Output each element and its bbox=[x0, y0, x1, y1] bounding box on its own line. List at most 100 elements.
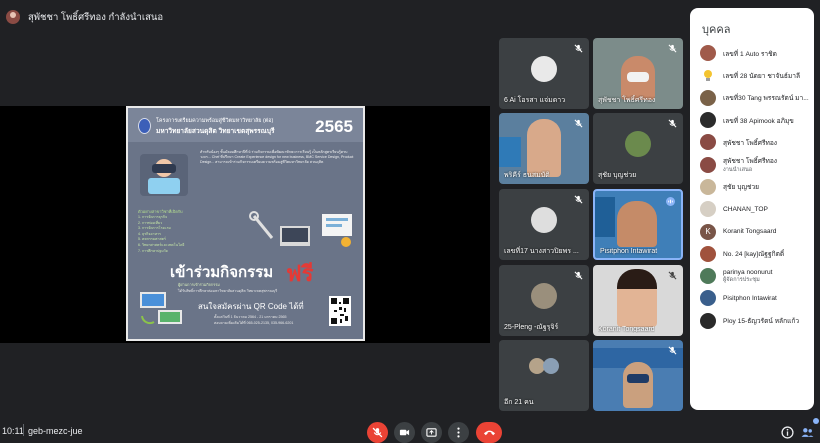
mic-off-icon bbox=[574, 119, 583, 128]
participant-name: 25-Pleng -ณัฐรุจิร์ bbox=[504, 324, 559, 331]
avatar: K bbox=[700, 223, 716, 240]
background-poster bbox=[499, 137, 521, 167]
avatar bbox=[700, 268, 716, 285]
presenter-bar: สุพัชชา โพธิ์ศรีทอง กำลังนำเสนอ bbox=[0, 0, 690, 34]
avatar bbox=[700, 156, 716, 173]
list-item[interactable]: เลขที่ 1 Auto ราชิด bbox=[690, 42, 814, 64]
participant-tile[interactable]: สุชัย บุญช่วย bbox=[593, 113, 683, 184]
more-options-button[interactable] bbox=[448, 422, 469, 443]
mic-off-icon bbox=[574, 271, 583, 280]
list-item[interactable]: สุพัชชา โพธิ์ศรีทอง bbox=[690, 131, 814, 153]
list-item: 7. การศึกษาปฐมวัย bbox=[138, 248, 168, 253]
list-item[interactable]: Ploy 15-ธัญวรัตน์ หลักแก้ว bbox=[690, 310, 814, 332]
more-participants-tile[interactable]: อีก 21 คน bbox=[499, 340, 589, 411]
lightbulb-icon bbox=[700, 67, 716, 84]
slide-program-list: 1. การจัดการธุรกิจ 2. การท่องเที่ยว 3. ก… bbox=[138, 215, 228, 254]
participant-tile[interactable]: Koranit Tongsaard bbox=[593, 265, 683, 336]
list-item[interactable]: CHANAN_TOP bbox=[690, 198, 814, 220]
bottom-toolbar: 10:11 geb-mezc-jue bbox=[0, 415, 820, 443]
divider bbox=[23, 424, 24, 436]
meeting-code: geb-mezc-jue bbox=[28, 426, 83, 436]
avatar bbox=[700, 312, 716, 329]
info-icon[interactable] bbox=[781, 426, 794, 439]
mic-off-icon bbox=[668, 119, 677, 128]
vr-headset-illustration bbox=[140, 154, 188, 196]
list-item[interactable]: สุพัชชา โพธิ์ศรีทอง งานนำเสนอ bbox=[690, 153, 814, 175]
participant-name: สุพัชชา โพธิ์ศรีทอง bbox=[598, 97, 656, 104]
avatar bbox=[700, 245, 716, 262]
participant-name: 6 Ai โอรสา แจ่มดาว bbox=[504, 97, 566, 104]
avatar bbox=[700, 178, 716, 195]
participant-video bbox=[623, 362, 653, 408]
participant-avatar bbox=[543, 358, 559, 374]
slide-free-label: ฟรี bbox=[286, 261, 314, 286]
participant-avatar bbox=[531, 282, 557, 309]
presenter-label: สุพัชชา โพธิ์ศรีทอง กำลังนำเสนอ bbox=[28, 11, 164, 23]
slide-title-line2: มหาวิทยาลัยสวนดุสิต วิทยาเขตสุพรรณบุรี bbox=[156, 128, 275, 135]
face-mask bbox=[627, 72, 649, 82]
mic-off-icon bbox=[668, 271, 677, 280]
participant-name: Koranit Tongsaard bbox=[598, 326, 655, 333]
participant-count-badge bbox=[813, 418, 819, 424]
avatar bbox=[700, 290, 716, 307]
tools-illustration bbox=[249, 211, 352, 247]
mic-toggle-button[interactable] bbox=[367, 422, 388, 443]
participant-tile-speaking[interactable]: Pisitphon Intawirat bbox=[593, 189, 683, 260]
list-item[interactable]: เลขที่30 Tang พรรณรัตน์ มา... bbox=[690, 87, 814, 109]
list-item[interactable]: K Koranit Tongsaard bbox=[690, 220, 814, 242]
list-item[interactable]: parinya noonurut ผู้จัดการประชุม bbox=[690, 265, 814, 287]
list-item[interactable]: เลขที่ 38 Apimook อภิมุข bbox=[690, 109, 814, 131]
slide-title-line1: โครงการเตรียมความพร้อมสู่ชีวิตมหาวิทยาลั… bbox=[156, 118, 274, 124]
hang-up-icon bbox=[483, 430, 495, 436]
list-item[interactable]: Pisitphon Intawirat bbox=[690, 287, 814, 309]
avatar bbox=[700, 134, 716, 151]
list-item[interactable]: สุชัย บุญช่วย bbox=[690, 176, 814, 198]
slide-description: สำหรับน้องๆ ชั้นมัธยมศึกษาปีที่ 6 ร่วมกิ… bbox=[200, 150, 354, 164]
slide-subtext-2: ได้รับสิทธิ์การศึกษาต่อมหาวิทยาลัยสวนดุส… bbox=[178, 289, 278, 293]
more-participants-label: อีก 21 คน bbox=[504, 399, 534, 406]
shared-slide: โครงการเตรียมความพร้อมสู่ชีวิตมหาวิทยาลั… bbox=[126, 106, 365, 341]
presenter-avatar bbox=[6, 10, 20, 24]
participant-video bbox=[527, 119, 561, 177]
participant-tile[interactable]: สุพัชชา โพธิ์ศรีทอง bbox=[593, 38, 683, 109]
slide-contact: สอบถามเพิ่มเติมได้ที่ 065-025-2135, 035-… bbox=[214, 321, 294, 325]
camera-toggle-button[interactable] bbox=[394, 422, 415, 443]
present-screen-button[interactable] bbox=[421, 422, 442, 443]
participant-tile[interactable]: 25-Pleng -ณัฐรุจิร์ bbox=[499, 265, 589, 336]
participant-avatar bbox=[531, 206, 557, 233]
avatar bbox=[700, 89, 716, 106]
laptop-illustration bbox=[140, 292, 182, 325]
more-vert-icon bbox=[457, 427, 460, 438]
participant-tile[interactable]: 6 Ai โอรสา แจ่มดาว bbox=[499, 38, 589, 109]
slide-list-title: ตัวอย่างสาขาวิชาที่เปิดรับ bbox=[138, 209, 183, 214]
mic-off-icon bbox=[668, 44, 677, 53]
face-mask bbox=[627, 374, 649, 383]
list-item[interactable]: No. 24 [kay]ณัฐฐกิตติ์ bbox=[690, 243, 814, 265]
participant-avatar bbox=[531, 55, 557, 82]
panel-title: บุคคล bbox=[702, 24, 731, 36]
clock: 10:11 bbox=[2, 426, 24, 436]
end-call-button[interactable] bbox=[476, 422, 502, 443]
participant-name: Pisitphon Intawirat bbox=[600, 248, 658, 255]
mic-off-icon bbox=[574, 44, 583, 53]
participant-name: เลขที่17 นางสาวปิยพร ... bbox=[504, 248, 579, 255]
people-panel: บุคคล เลขที่ 1 Auto ราชิด เลขที่ 28 นัดย… bbox=[690, 8, 814, 410]
qr-code bbox=[329, 296, 351, 326]
background-poster bbox=[595, 197, 615, 237]
avatar bbox=[700, 112, 716, 129]
speaking-indicator-icon bbox=[666, 197, 675, 206]
avatar bbox=[700, 45, 716, 62]
participant-name: สุชัย บุญช่วย bbox=[598, 172, 637, 179]
people-icon[interactable] bbox=[801, 426, 814, 439]
mic-off-icon bbox=[668, 346, 677, 355]
list-item[interactable]: เลขที่ 28 นัดยา ชาจันธ์มาลี bbox=[690, 64, 814, 86]
university-logo bbox=[138, 118, 151, 134]
camera-icon bbox=[399, 429, 410, 436]
participant-name: พริคีร์ ธนสมบัติ bbox=[504, 172, 550, 179]
participant-tile[interactable] bbox=[593, 340, 683, 411]
slide-year: 2565 bbox=[315, 117, 353, 136]
participant-tile[interactable]: พริคีร์ ธนสมบัติ bbox=[499, 113, 589, 184]
slide-qr-text: สนใจสมัครผ่าน QR Code ได้ที่ bbox=[198, 302, 304, 311]
meet-window: สุพัชชา โพธิ์ศรีทอง กำลังนำเสนอ โครงการเ… bbox=[0, 0, 820, 443]
participant-tile[interactable]: เลขที่17 นางสาวปิยพร ... bbox=[499, 189, 589, 260]
